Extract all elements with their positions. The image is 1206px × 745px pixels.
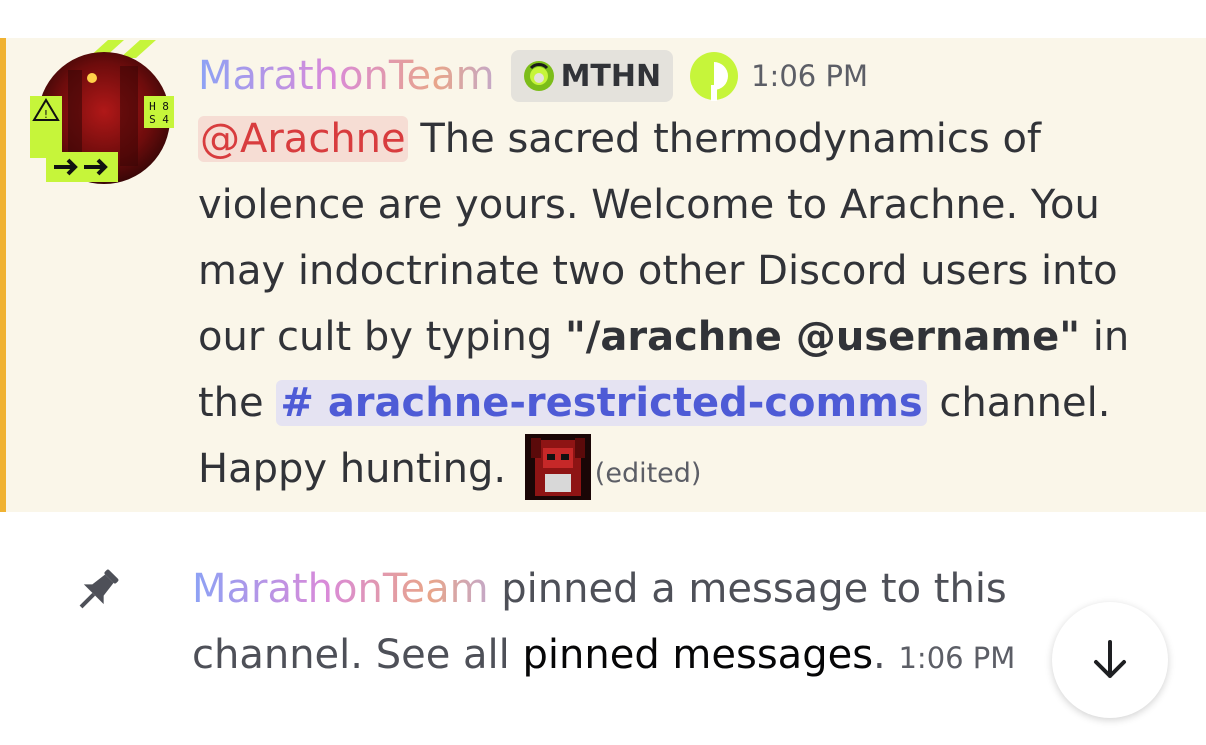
system-message-text: MarathonTeam pinned a message to this ch… [192, 556, 1092, 691]
edited-label: (edited) [594, 458, 702, 489]
system-username[interactable]: MarathonTeam [192, 566, 489, 612]
pin-icon [70, 562, 126, 622]
system-timestamp: 1:06 PM [898, 641, 1016, 675]
clan-tag-label: MTHN [560, 58, 662, 94]
message-header: MarathonTeam MTHN 1:06 PM [198, 44, 868, 108]
channel-mention[interactable]: # arachne-restricted-comms [276, 380, 927, 426]
message-content: @Arachne The sacred thermodynamics of vi… [198, 106, 1178, 507]
svg-text:S 4: S 4 [149, 113, 169, 126]
username[interactable]: MarathonTeam [198, 56, 495, 96]
scroll-to-bottom-button[interactable] [1052, 602, 1168, 718]
chat-view: H 8 S 4 ! MarathonTeam MTHN 1:06 PM @Ara… [0, 0, 1206, 745]
system-text-2: . [873, 632, 886, 678]
clan-badge-icon [523, 61, 554, 91]
custom-emoji[interactable] [524, 434, 591, 500]
role-icon[interactable] [687, 49, 741, 103]
channel-mention-label: arachne-restricted-comms [327, 380, 923, 426]
channel-hash-icon: # [280, 380, 314, 426]
svg-text:!: ! [44, 108, 48, 121]
arrow-down-icon [1094, 640, 1126, 678]
message-highlighted[interactable]: H 8 S 4 ! MarathonTeam MTHN 1:06 PM @Ara… [0, 38, 1206, 512]
pinned-messages-link[interactable]: pinned messages [523, 632, 874, 678]
message-timestamp: 1:06 PM [751, 59, 868, 93]
user-mention[interactable]: @Arachne [198, 116, 408, 162]
svg-text:H 8: H 8 [149, 100, 169, 113]
command-text: "/arachne @username" [564, 314, 1081, 360]
avatar[interactable]: H 8 S 4 ! [28, 40, 178, 220]
clan-tag[interactable]: MTHN [510, 50, 674, 102]
system-message-pinned: MarathonTeam pinned a message to this ch… [0, 556, 1206, 716]
